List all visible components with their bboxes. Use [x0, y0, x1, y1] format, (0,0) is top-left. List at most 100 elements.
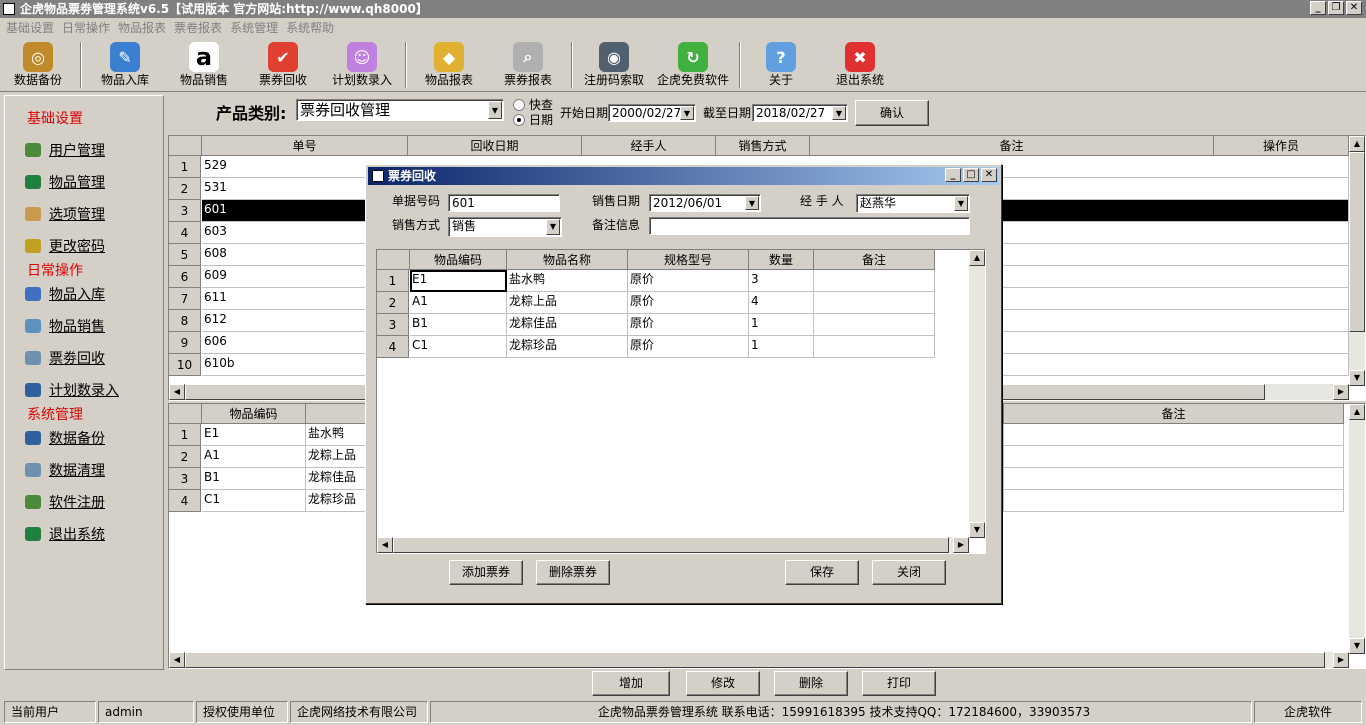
toolbar-goods-report[interactable]: ◆ 物品报表: [413, 40, 485, 90]
row-number[interactable]: 4: [169, 222, 201, 244]
scroll-right-icon[interactable]: ▶: [1333, 384, 1349, 400]
scroll-down-icon[interactable]: ▼: [1349, 370, 1365, 386]
column-header[interactable]: 销售方式: [716, 136, 810, 156]
scroll-left-icon[interactable]: ◀: [169, 384, 185, 400]
row-number[interactable]: 3: [169, 200, 201, 222]
column-header[interactable]: 物品编码: [410, 250, 507, 270]
scroll-thumb[interactable]: [1349, 152, 1365, 332]
scroll-down-icon[interactable]: ▼: [1349, 638, 1365, 654]
restore-button[interactable]: ❐: [1328, 1, 1344, 15]
column-header[interactable]: 数量: [749, 250, 814, 270]
dialog-close-button[interactable]: 关闭: [872, 560, 946, 585]
cell-code[interactable]: A1: [202, 446, 306, 468]
delete-ticket-button[interactable]: 删除票券: [536, 560, 610, 585]
close-button[interactable]: ✕: [1346, 1, 1362, 15]
save-button[interactable]: 保存: [785, 560, 859, 585]
scroll-left-icon[interactable]: ◀: [377, 537, 393, 553]
column-header[interactable]: 备注: [810, 136, 1214, 156]
scroll-right-icon[interactable]: ▶: [1333, 652, 1349, 668]
add-button[interactable]: 增加: [592, 671, 670, 696]
cell-name[interactable]: 龙粽珍品: [507, 336, 628, 358]
menu-ticket-report[interactable]: 票卷报表: [172, 18, 228, 38]
menu-goods-report[interactable]: 物品报表: [116, 18, 172, 38]
cell-code[interactable]: A1: [410, 292, 507, 314]
row-number[interactable]: 3: [377, 314, 409, 336]
row-number[interactable]: 2: [169, 446, 201, 468]
column-header[interactable]: 规格型号: [628, 250, 749, 270]
scroll-left-icon[interactable]: ◀: [169, 652, 185, 668]
scroll-thumb[interactable]: [393, 537, 949, 553]
sidebar-item-software-register[interactable]: 软件注册: [25, 492, 105, 512]
scroll-up-icon[interactable]: ▲: [969, 250, 985, 266]
sidebar-item-change-password[interactable]: 更改密码: [25, 236, 105, 256]
horizontal-scrollbar[interactable]: ◀ ▶: [169, 652, 1349, 668]
toolbar-data-backup[interactable]: ◎ 数据备份: [2, 40, 74, 90]
vertical-scrollbar[interactable]: ▲ ▼: [969, 250, 985, 538]
toolbar-goods-in[interactable]: ✎ 物品入库: [89, 40, 161, 90]
add-ticket-button[interactable]: 添加票券: [449, 560, 523, 585]
cell-remark[interactable]: [814, 270, 935, 292]
column-header[interactable]: 备注: [1004, 404, 1344, 424]
row-number[interactable]: 1: [377, 270, 409, 292]
row-number[interactable]: 7: [169, 288, 201, 310]
cell-code[interactable]: C1: [410, 336, 507, 358]
row-number[interactable]: 2: [377, 292, 409, 314]
print-button[interactable]: 打印: [862, 671, 936, 696]
column-header[interactable]: 物品编码: [202, 404, 306, 424]
doc-no-field[interactable]: 601: [448, 194, 560, 212]
end-date-picker[interactable]: 2018/02/27 ▼: [752, 104, 848, 122]
row-number[interactable]: 2: [169, 178, 201, 200]
cell-spec[interactable]: 原价: [628, 292, 749, 314]
cell-code[interactable]: E1: [410, 270, 507, 292]
edit-button[interactable]: 修改: [686, 671, 760, 696]
sidebar-item-plan-entry[interactable]: 计划数录入: [25, 380, 119, 400]
cell-remark[interactable]: [814, 292, 935, 314]
radio-date[interactable]: 日期: [513, 111, 553, 128]
column-header[interactable]: 操作员: [1214, 136, 1349, 156]
sidebar-item-options-manage[interactable]: 选项管理: [25, 204, 105, 224]
cell-qty[interactable]: 1: [749, 314, 814, 336]
toolbar-ticket-recycle[interactable]: ✔ 票券回收: [247, 40, 319, 90]
maximize-button[interactable]: □: [963, 168, 979, 182]
cell-remark[interactable]: [814, 314, 935, 336]
row-number[interactable]: 1: [169, 424, 201, 446]
scroll-thumb[interactable]: [185, 652, 1325, 668]
close-button[interactable]: ✕: [981, 168, 997, 182]
sidebar-item-goods-in[interactable]: 物品入库: [25, 284, 105, 304]
scroll-down-icon[interactable]: ▼: [969, 522, 985, 538]
sale-method-select[interactable]: 销售 ▼: [448, 217, 562, 237]
cell-remark[interactable]: [1004, 446, 1344, 468]
toolbar-ticket-report[interactable]: ⌕ 票券报表: [492, 40, 564, 90]
cell-spec[interactable]: 原价: [628, 336, 749, 358]
cell-qty[interactable]: 4: [749, 292, 814, 314]
sale-date-picker[interactable]: 2012/06/01 ▼: [649, 194, 761, 212]
minimize-button[interactable]: _: [1310, 1, 1326, 15]
column-header[interactable]: 备注: [814, 250, 935, 270]
cell-spec[interactable]: 原价: [628, 270, 749, 292]
column-header[interactable]: 经手人: [582, 136, 716, 156]
row-number[interactable]: 5: [169, 244, 201, 266]
confirm-button[interactable]: 确认: [855, 100, 929, 126]
category-select[interactable]: 票券回收管理 ▼: [296, 99, 504, 121]
cell-remark[interactable]: [1004, 424, 1344, 446]
column-header[interactable]: 物品名称: [507, 250, 628, 270]
horizontal-scrollbar[interactable]: ◀ ▶: [377, 537, 969, 553]
cell-code[interactable]: E1: [202, 424, 306, 446]
sidebar-item-exit[interactable]: 退出系统: [25, 524, 105, 544]
minimize-button[interactable]: _: [945, 168, 961, 182]
scroll-up-icon[interactable]: ▲: [1349, 404, 1365, 420]
toolbar-free-software[interactable]: ↻ 企虎免费软件: [657, 40, 729, 90]
cell-name[interactable]: 龙粽佳品: [507, 314, 628, 336]
menu-system-manage[interactable]: 系统管理: [228, 18, 284, 38]
cell-remark[interactable]: [1004, 468, 1344, 490]
column-header[interactable]: 回收日期: [408, 136, 582, 156]
toolbar-register-key[interactable]: ◉ 注册码索取: [578, 40, 650, 90]
cell-name[interactable]: 盐水鸭: [507, 270, 628, 292]
sidebar-item-data-clean[interactable]: 数据清理: [25, 460, 105, 480]
toolbar-plan-entry[interactable]: ☺ 计划数录入: [326, 40, 398, 90]
cell-qty[interactable]: 1: [749, 336, 814, 358]
vertical-scrollbar[interactable]: ▲ ▼: [1349, 404, 1365, 654]
cell-remark[interactable]: [814, 336, 935, 358]
sidebar-item-data-backup[interactable]: 数据备份: [25, 428, 105, 448]
cell-spec[interactable]: 原价: [628, 314, 749, 336]
